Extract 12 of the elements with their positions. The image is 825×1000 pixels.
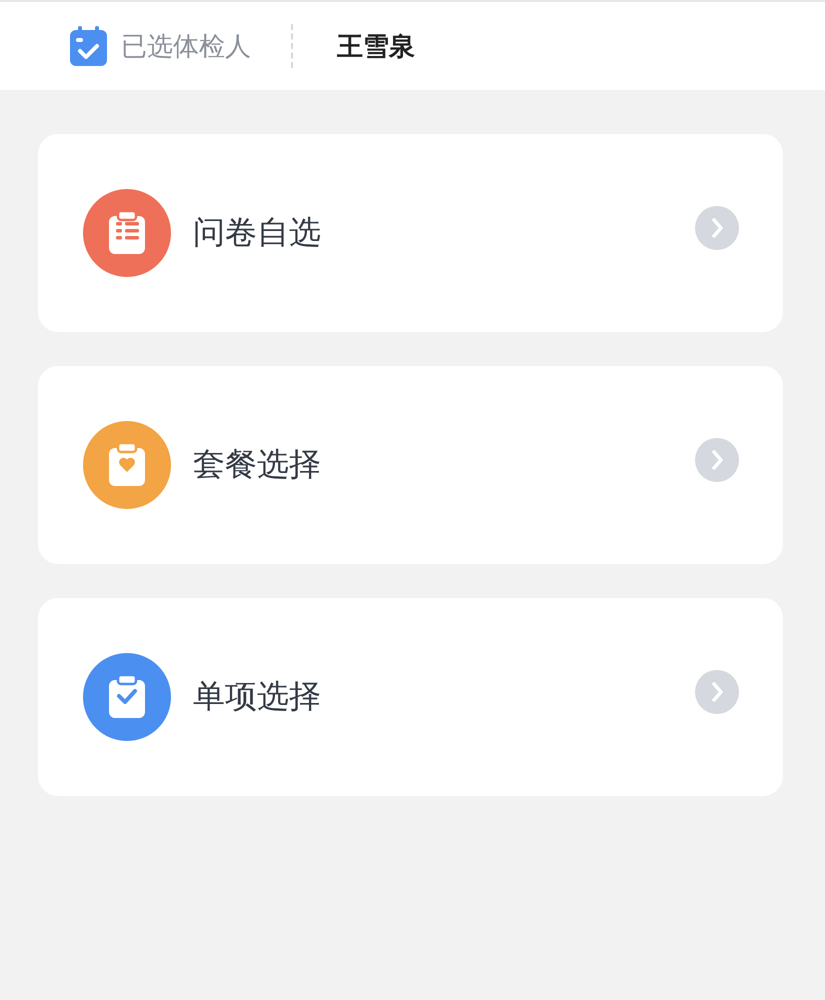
header-label: 已选体检人	[121, 30, 251, 64]
calendar-check-icon	[70, 26, 107, 66]
person-name: 王雪泉	[337, 30, 415, 64]
option-label: 单项选择	[193, 676, 322, 717]
option-label: 问卷自选	[193, 212, 322, 253]
chevron-icon	[695, 438, 739, 482]
option-card[interactable]: 问卷自选	[38, 134, 783, 332]
option-card[interactable]: 单项选择	[38, 598, 783, 796]
chevron-icon	[695, 206, 739, 250]
option-label: 套餐选择	[193, 444, 322, 485]
chevron-icon	[695, 670, 739, 714]
option-card[interactable]: 套餐选择	[38, 366, 783, 564]
